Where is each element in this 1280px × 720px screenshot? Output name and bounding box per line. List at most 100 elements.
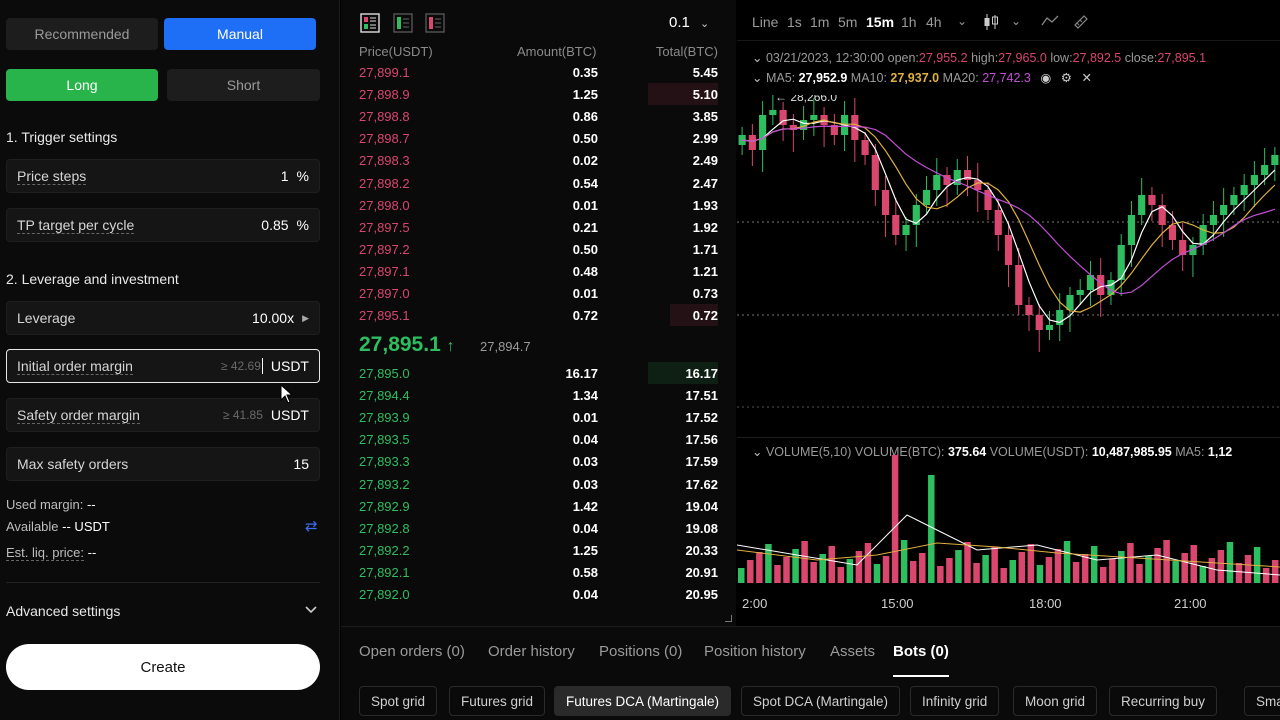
ask-row[interactable]: 27,895.1 0.72 0.72 [341,304,736,327]
safety-order-margin-input[interactable]: ≥ 41.85 [223,408,263,422]
ask-row[interactable]: 27,898.9 1.25 5.10 [341,83,736,106]
bot-chip-spot-grid[interactable]: Spot grid [359,686,438,716]
chevron-down-icon[interactable] [305,604,317,614]
timeframe-1m[interactable]: 1m [810,14,829,30]
timeframe-1h[interactable]: 1h [901,14,917,30]
bid-row[interactable]: 27,892.0 0.04 20.95 [341,583,736,605]
ma20-label: MA20: [942,71,979,85]
used-margin: Used margin: -- [6,497,96,512]
safety-order-margin-field[interactable]: Safety order margin ≥ 41.85 USDT [6,398,320,432]
volume-plot[interactable] [737,455,1280,585]
ask-amount: 0.01 [572,286,598,301]
timeframe-1s[interactable]: 1s [787,14,802,30]
price-steps-value[interactable]: 1 [281,168,289,184]
bot-chip-infinity-grid[interactable]: Infinity grid [910,686,1000,716]
resize-handle[interactable] [725,615,732,622]
initial-order-margin-input[interactable]: ≥ 42.69 [221,359,261,373]
gear-icon[interactable]: ⚙ [1061,71,1072,85]
tp-target-value[interactable]: 0.85 [261,217,288,233]
bid-row[interactable]: 27,892.2 1.25 20.33 [341,539,736,561]
indicator-icon[interactable] [1041,14,1059,28]
tab-position-history[interactable]: Position history [704,643,806,660]
advanced-settings-toggle[interactable]: Advanced settings [6,603,120,619]
tab-positions[interactable]: Positions (0) [599,643,682,660]
chevron-down-icon[interactable]: ⌄ [957,14,967,28]
bot-chip-spot-dca-martingale[interactable]: Spot DCA (Martingale) [741,686,901,716]
short-button[interactable]: Short [167,69,320,101]
ask-total: 2.99 [692,131,718,147]
precision-select[interactable]: 0.1 ⌄ [669,14,709,31]
bid-row[interactable]: 27,893.5 0.04 17.56 [341,428,736,450]
bid-row[interactable]: 27,894.4 1.34 17.51 [341,384,736,406]
candlestick-plot[interactable]: ← 28,266.0 [737,95,1280,415]
chevron-down-icon[interactable]: ⌄ [752,71,762,85]
ask-row[interactable]: 27,898.0 0.01 1.93 [341,194,736,216]
chevron-down-icon[interactable]: ⌄ [752,51,762,65]
timeframe-15m[interactable]: 15m [866,14,894,30]
manual-tab[interactable]: Manual [164,18,316,50]
ask-row[interactable]: 27,898.8 0.86 3.85 [341,105,736,127]
tab-assets[interactable]: Assets [830,643,875,660]
bid-row[interactable]: 27,892.1 0.58 20.91 [341,561,736,583]
volume-bar [1127,543,1134,583]
bot-chip-smart[interactable]: Smart [1244,686,1280,716]
ask-row[interactable]: 27,898.7 0.50 2.99 [341,127,736,149]
timeframe-line[interactable]: Line [752,14,778,30]
ma-legend: ⌄ MA5: 27,952.9 MA10: 27,937.0 MA20: 27,… [752,70,1092,85]
ask-row[interactable]: 27,897.2 0.50 1.71 [341,238,736,260]
leverage-value[interactable]: 10.00x [252,310,294,326]
book-both-view-icon[interactable] [360,13,380,33]
max-safety-orders-field[interactable]: Max safety orders 15 [6,447,320,481]
ask-row[interactable]: 27,899.1 0.35 5.45 [341,61,736,83]
bid-row[interactable]: 27,893.3 0.03 17.59 [341,450,736,472]
tab-order-history[interactable]: Order history [488,643,575,660]
transfer-icon[interactable]: ⇄ [305,517,318,535]
close-icon[interactable]: ✕ [1081,71,1091,85]
bid-row[interactable]: 27,892.9 1.42 19.04 [341,495,736,517]
max-safety-orders-value[interactable]: 15 [293,456,309,472]
volume-bar [747,560,754,583]
ask-amount: 0.72 [572,308,598,324]
price-steps-field[interactable]: Price steps 1 % [6,159,320,193]
bid-price: 27,894.4 [359,388,410,404]
drawing-tools-icon[interactable] [1073,13,1089,29]
tab-bots[interactable]: Bots (0) [893,643,949,677]
long-button[interactable]: Long [6,69,158,101]
recommended-tab[interactable]: Recommended [6,18,158,50]
bid-row[interactable]: 27,892.8 0.04 19.08 [341,517,736,539]
book-asks-view-icon[interactable] [425,13,445,33]
ask-row[interactable]: 27,897.0 0.01 0.73 [341,282,736,304]
bot-chip-recurring-buy[interactable]: Recurring buy [1109,686,1218,716]
volume-bar [1118,551,1125,583]
bid-row[interactable]: 27,895.0 16.17 16.17 [341,362,736,384]
eye-icon[interactable]: ◉ [1040,71,1051,85]
candlestick-type-icon[interactable] [983,13,999,31]
ask-row[interactable]: 27,898.2 0.54 2.47 [341,172,736,194]
mark-price: 27,894.7 [480,339,531,354]
tp-target-label: TP target per cycle [17,216,135,234]
book-bids-view-icon[interactable] [393,13,413,33]
ask-row[interactable]: 27,897.5 0.21 1.92 [341,216,736,238]
candle-body [748,135,756,150]
bid-row[interactable]: 27,893.9 0.01 17.52 [341,406,736,428]
tp-target-field[interactable]: TP target per cycle 0.85 % [6,208,320,242]
create-button[interactable]: Create [6,644,320,690]
candle-body [933,175,941,190]
ask-row[interactable]: 27,898.3 0.02 2.49 [341,149,736,171]
candle-body [1076,290,1084,295]
ask-row[interactable]: 27,897.1 0.48 1.21 [341,260,736,282]
timeframe-4h[interactable]: 4h [926,14,942,30]
timeframe-5m[interactable]: 5m [838,14,857,30]
bot-chip-futures-dca-martingale[interactable]: Futures DCA (Martingale) [554,686,732,716]
initial-order-margin-field[interactable]: Initial order margin ≥ 42.69 USDT [6,349,320,383]
precision-value: 0.1 [669,14,690,31]
bid-row[interactable]: 27,893.2 0.03 17.62 [341,473,736,495]
bid-amount: 0.04 [572,432,598,448]
bid-total: 17.56 [685,432,718,448]
volume-bar [738,568,745,583]
bot-chip-moon-grid[interactable]: Moon grid [1013,686,1098,716]
chevron-down-icon[interactable]: ⌄ [1011,14,1021,28]
tab-open-orders[interactable]: Open orders (0) [359,643,465,660]
leverage-field[interactable]: Leverage 10.00x ▶ [6,301,320,335]
bot-chip-futures-grid[interactable]: Futures grid [449,686,546,716]
